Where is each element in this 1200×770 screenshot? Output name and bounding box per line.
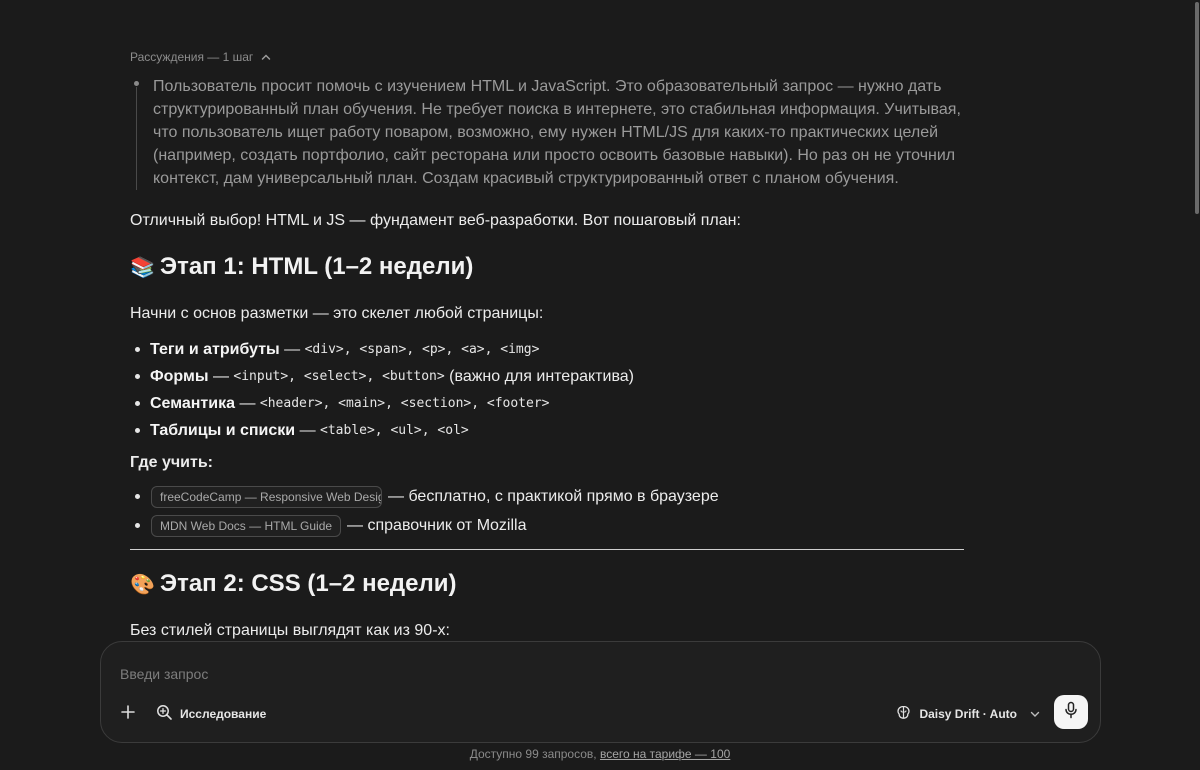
topic-sep: — — [295, 422, 321, 439]
chat-page: Рассуждения — 1 шаг Пользователь просит … — [0, 0, 1200, 770]
list-item: freeCodeCamp — Responsive Web Desig — бе… — [130, 482, 964, 511]
resource-description: — справочник от Mozilla — [347, 516, 527, 534]
stage1-topics-list: Теги и атрибуты — <div>, <span>, <p>, <a… — [130, 336, 964, 444]
where-to-learn-label: Где учить: — [130, 454, 213, 471]
topic-name: Таблицы и списки — [150, 422, 296, 439]
stage2-title: Этап 2: CSS (1–2 недели) — [160, 570, 457, 597]
composer: Исследование Daisy Drift · Auto — [100, 641, 1101, 743]
add-attachment-button[interactable] — [117, 702, 139, 724]
stage1-lead: Начни с основ разметки — это скелет любо… — [130, 305, 544, 322]
topic-code: <table>, <ul>, <ol> — [320, 423, 469, 438]
list-item: Семантика — <header>, <main>, <section>,… — [130, 390, 964, 417]
scrollbar-thumb[interactable] — [1195, 2, 1199, 214]
stage1-title: Этап 1: HTML (1–2 недели) — [160, 253, 474, 280]
list-item: Теги и атрибуты — <div>, <span>, <p>, <a… — [130, 336, 964, 363]
freecodecamp-link-chip[interactable]: freeCodeCamp — Responsive Web Desig — [151, 485, 382, 508]
model-selector[interactable]: Daisy Drift · Auto — [895, 703, 1040, 725]
scrollbar[interactable] — [1194, 0, 1200, 770]
research-label: Исследование — [180, 707, 267, 721]
palette-icon: 🎨 — [130, 573, 155, 596]
topic-name: Формы — [150, 368, 209, 385]
reasoning-text: Пользователь просит помочь с изучением H… — [153, 78, 961, 187]
topic-code: <input>, <select>, <button> — [233, 369, 445, 384]
stage1-heading: 📚 Этап 1: HTML (1–2 недели) — [130, 253, 964, 281]
plan-limit-link[interactable]: всего на тарифе — 100 — [600, 747, 730, 761]
topic-code: <header>, <main>, <section>, <footer> — [259, 396, 550, 411]
message-content: Рассуждения — 1 шаг Пользователь просит … — [130, 48, 964, 642]
books-icon: 📚 — [130, 256, 155, 279]
mdn-link-chip[interactable]: MDN Web Docs — HTML Guide — [151, 514, 342, 537]
resources-list: freeCodeCamp — Responsive Web Desig — бе… — [130, 482, 964, 540]
topic-sep: — — [235, 395, 260, 412]
prompt-input[interactable] — [120, 666, 820, 682]
list-item: Формы — <input>, <select>, <button> (важ… — [130, 363, 964, 390]
quota-text: Доступно 99 запросов, — [469, 747, 600, 761]
quota-footer: Доступно 99 запросов, всего на тарифе — … — [0, 747, 1200, 761]
stage2-lead: Без стилей страницы выглядят как из 90-х… — [130, 622, 450, 639]
list-item: MDN Web Docs — HTML Guide — справочник о… — [130, 511, 964, 540]
topic-code: <div>, <span>, <p>, <a>, <img> — [304, 342, 540, 357]
resource-description: — бесплатно, с практикой прямо в браузер… — [388, 487, 719, 505]
voice-input-button[interactable] — [1054, 695, 1088, 729]
reasoning-header: Рассуждения — 1 шаг — [130, 50, 254, 64]
research-button[interactable]: Исследование — [156, 703, 266, 725]
brain-icon — [895, 704, 912, 724]
topic-sep: — — [279, 341, 305, 358]
microphone-icon — [1063, 701, 1079, 724]
topic-note: (важно для интерактива) — [444, 368, 634, 385]
topic-name: Теги и атрибуты — [150, 341, 280, 358]
list-item: Таблицы и списки — <table>, <ul>, <ol> — [130, 417, 964, 444]
chevron-up-icon — [261, 52, 271, 64]
reasoning-rail — [136, 87, 137, 190]
reasoning-dot-icon — [134, 81, 139, 86]
topic-sep: — — [208, 368, 234, 385]
search-plus-icon — [156, 704, 173, 724]
model-label: Daisy Drift · Auto — [919, 707, 1017, 721]
stage2-heading: 🎨 Этап 2: CSS (1–2 недели) — [130, 570, 964, 598]
plus-icon — [120, 700, 136, 725]
reasoning-block: Пользователь просит помочь с изучением H… — [130, 75, 964, 190]
reasoning-toggle[interactable]: Рассуждения — 1 шаг — [130, 48, 964, 66]
answer-intro: Отличный выбор! HTML и JS — фундамент ве… — [130, 212, 741, 229]
topic-name: Семантика — [150, 395, 236, 412]
chevron-down-icon — [1030, 707, 1040, 721]
section-divider — [130, 549, 964, 550]
